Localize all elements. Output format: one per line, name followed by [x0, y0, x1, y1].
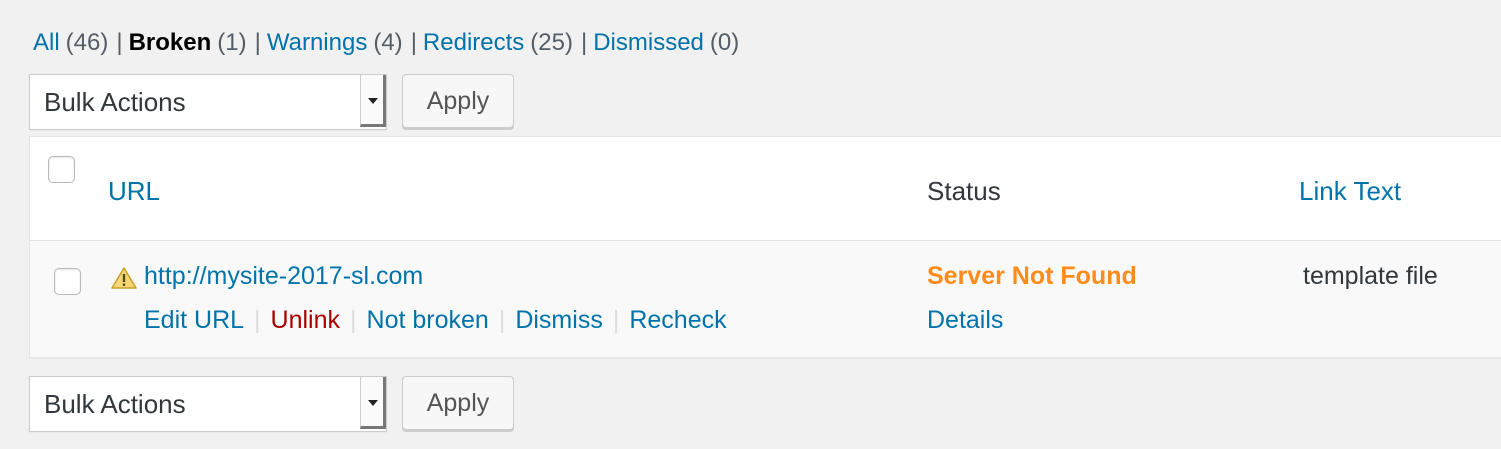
filter-separator: | [116, 29, 123, 56]
filter-warnings-link[interactable]: Warnings [267, 29, 367, 56]
filter-dismissed-link[interactable]: Dismissed [593, 29, 704, 56]
links-table: URL Status Link Text http://mysite-2017-… [29, 136, 1501, 358]
dismiss-action[interactable]: Dismiss [515, 306, 603, 334]
filter-links: All (46) | Broken (1) | Warnings (4) | Redirects(… [33, 26, 739, 60]
dropdown-arrow-icon [360, 377, 386, 429]
filter-separator: | [254, 29, 261, 56]
select-all-checkbox[interactable] [48, 156, 75, 183]
filter-broken-count: (1) [217, 29, 247, 56]
recheck-action[interactable]: Recheck [629, 306, 726, 334]
not-broken-action[interactable]: Not broken [367, 306, 489, 334]
column-header-status: Status [927, 176, 1001, 206]
action-separator: | [498, 306, 506, 334]
action-separator: | [350, 306, 357, 334]
broken-links-page: All (46) | Broken (1) | Warnings (4) | Redirects(… [0, 0, 1501, 449]
action-separator: | [254, 306, 261, 334]
filter-redirects-link[interactable]: Redirects [423, 29, 524, 56]
column-header-link-text[interactable]: Link Text [1299, 176, 1401, 206]
link-text-cell: template file [1303, 262, 1438, 290]
filter-broken-link[interactable]: Broken [129, 29, 212, 56]
apply-button-bottom[interactable]: Apply [402, 376, 514, 430]
bulk-actions-select-top[interactable]: Bulk Actions [29, 74, 387, 130]
status-text: Server Not Found [927, 262, 1137, 290]
apply-button-top[interactable]: Apply [402, 74, 514, 128]
table-row [30, 241, 1501, 357]
column-header-url[interactable]: URL [108, 176, 160, 206]
link-url[interactable]: http://mysite-2017-sl.com [144, 261, 423, 291]
bulk-actions-select-bottom[interactable]: Bulk Actions [29, 376, 387, 432]
action-separator: | [612, 306, 620, 334]
warning-triangle-icon [111, 267, 137, 289]
bulk-actions-select-label: Bulk Actions [44, 389, 186, 419]
edit-url-action[interactable]: Edit URL [144, 306, 244, 334]
filter-dismissed-count: (0) [709, 29, 740, 56]
filter-all-count: (46) [65, 29, 109, 56]
status-details-link[interactable]: Details [927, 305, 1003, 335]
row-checkbox[interactable] [54, 268, 81, 295]
filter-warnings-count: (4) [373, 29, 403, 56]
filter-redirects-count: (25) [530, 29, 573, 56]
filter-all-link[interactable]: All [33, 29, 60, 56]
filter-separator: | [410, 29, 417, 56]
unlink-action[interactable]: Unlink [271, 306, 340, 334]
dropdown-arrow-icon [360, 75, 386, 127]
bulk-actions-select-label: Bulk Actions [44, 87, 186, 117]
filter-separator: | [580, 29, 588, 56]
row-actions: Edit URL | Unlink | Not broken | Dismiss | Reche… [144, 305, 727, 335]
table-header: URL Status Link Text [30, 137, 1501, 241]
